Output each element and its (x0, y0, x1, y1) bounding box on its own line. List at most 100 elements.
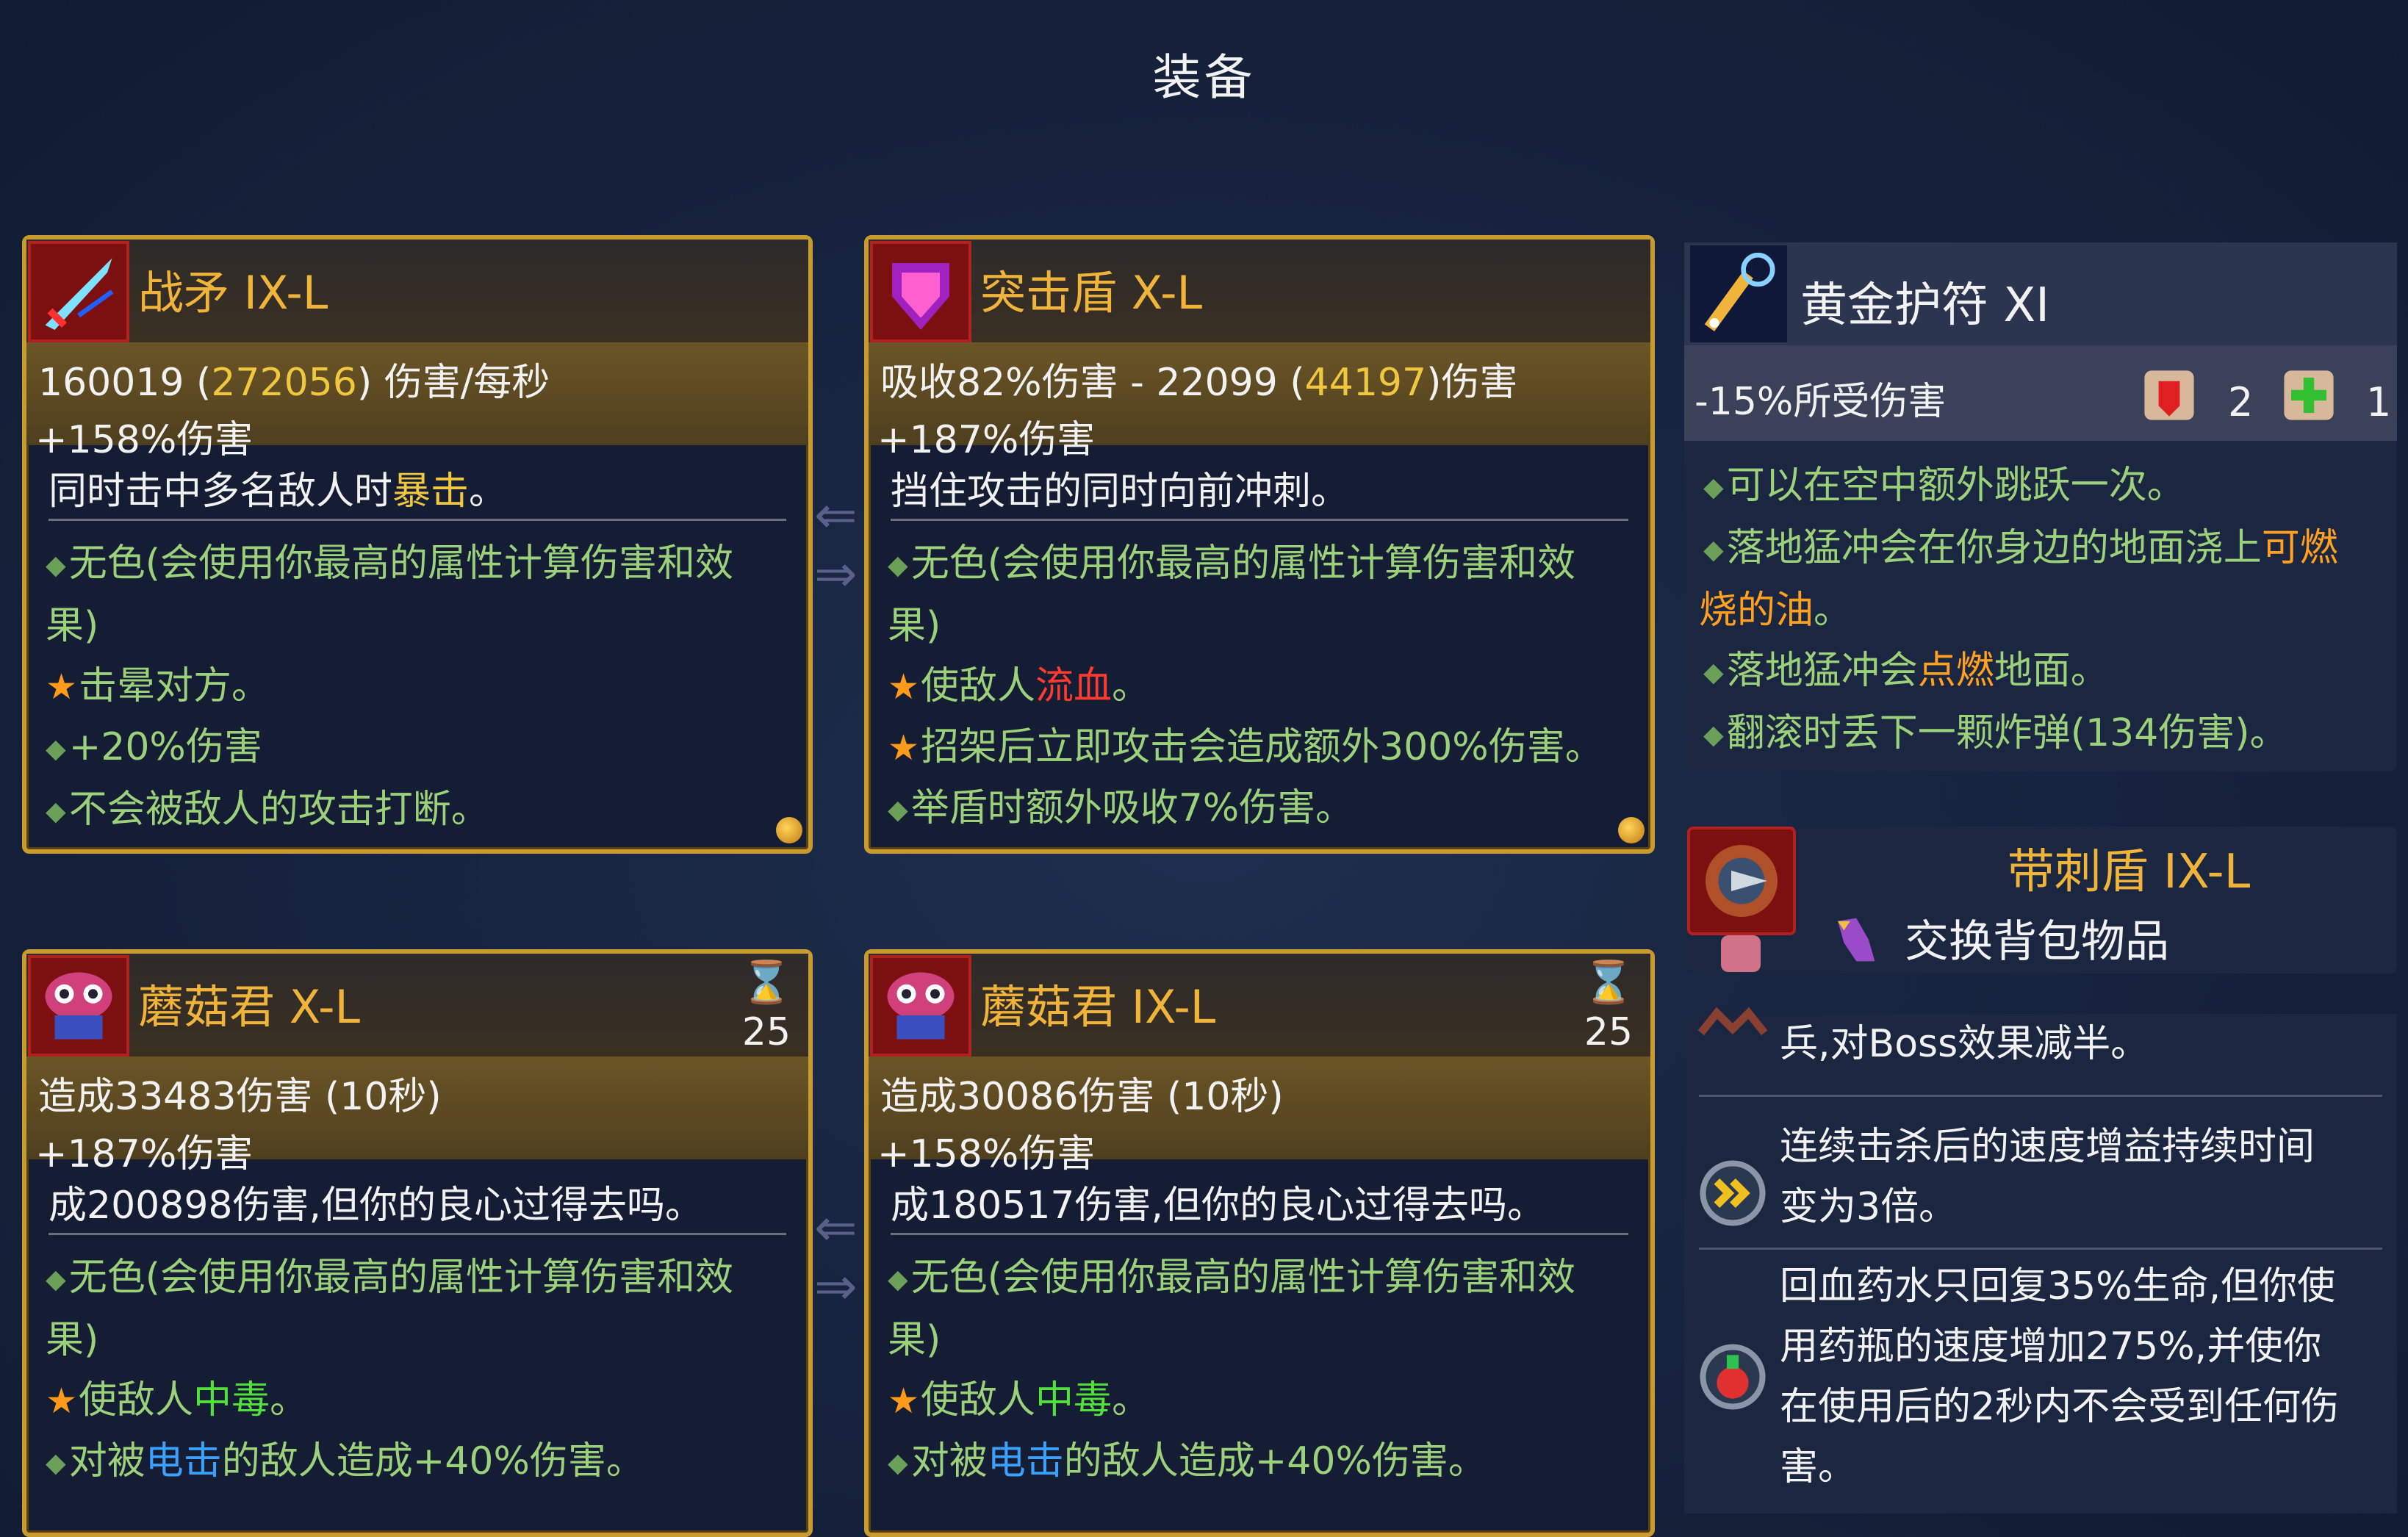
diamond-icon: ◆ (1703, 720, 1724, 750)
survival-scroll-icon (2284, 370, 2334, 420)
swap-arrow-left-icon: ⇐ (814, 1198, 858, 1258)
damage-bonus: +187%伤害 (35, 1132, 254, 1176)
affix-list: ◆无色(会使用你最高的属性计算伤害和效 果) ★使敌人流血。 ★招架后立即攻击会… (888, 533, 1636, 841)
star-icon: ★ (46, 666, 78, 708)
star-icon: ★ (46, 1381, 78, 1422)
item-card-mushroom-xl[interactable]: 蘑菇君 X-L ⌛ 25 造成33483伤害 (10秒) +187%伤害 成20… (22, 949, 813, 1537)
amulet-panel[interactable]: 黄金护符 XI -15%所受伤害 2 1 ◆可以在空中额外跳跃一次。 ◆落地猛冲… (1684, 242, 2397, 771)
mutation-list: 兵,对Boss效果减半。 连续击杀后的速度增益持续时间 变为3倍。 回血药水只回复… (1684, 1007, 2397, 1513)
affix-colorless: ◆无色(会使用你最高的属性计算伤害和效 (46, 541, 733, 586)
corner-gem-icon (1618, 817, 1645, 843)
affix-star-poison: ★使敌人中毒。 (46, 1378, 309, 1422)
damage-bonus: +158%伤害 (35, 418, 254, 462)
affix-ignite: ◆落地猛冲会点燃地面。 (1703, 649, 2109, 693)
backpack-item-panel[interactable]: 带刺盾 IX-L 交换背包物品 (1684, 827, 2397, 973)
diamond-icon: ◆ (888, 550, 908, 580)
swap-backpack-icon (1838, 918, 1875, 962)
survival-scroll-count: 1 (2366, 379, 2392, 425)
diamond-icon: ◆ (888, 1448, 908, 1478)
amulet-stat-band: -15%所受伤害 2 1 (1684, 345, 2397, 441)
affix-shock: ◆对被电击的敌人造成+40%伤害。 (888, 1439, 1487, 1483)
amulet-icon (1690, 245, 1787, 342)
star-icon: ★ (888, 727, 920, 768)
diamond-icon: ◆ (46, 1448, 66, 1478)
amulet-name: 黄金护符 XI (1800, 278, 2050, 333)
affix-list: ◆无色(会使用你最高的属性计算伤害和效 果) ★使敌人中毒。 ◆对被电击的敌人造… (888, 1248, 1636, 1494)
potion-mutation-icon (1700, 1344, 1766, 1410)
item-card-assault-shield[interactable]: 突击盾 X-L 吸收82%伤害 - 22099 (44197)伤害 +187%伤… (864, 235, 1655, 854)
affix-star-poison: ★使敌人中毒。 (888, 1378, 1151, 1422)
divider (1699, 1248, 2382, 1250)
block-stat: 吸收82%伤害 - 22099 (44197)伤害 (880, 361, 1518, 405)
page-title: 装备 (1152, 49, 1256, 106)
damage-stat: 造成33483伤害 (10秒) (38, 1075, 442, 1119)
affix-star: ★击晕对方。 (46, 664, 270, 708)
cooldown-value: 25 (741, 1010, 791, 1054)
backpack-item-name: 带刺盾 IX-L (2007, 845, 2251, 899)
item-card-mushroom-ixl[interactable]: 蘑菇君 IX-L ⌛ 25 造成30086伤害 (10秒) +158%伤害 成1… (864, 949, 1655, 1537)
diamond-icon: ◆ (1703, 535, 1724, 565)
cooldown-value: 25 (1584, 1010, 1634, 1054)
damage-bonus: +187%伤害 (877, 418, 1096, 462)
diamond-icon: ◆ (46, 550, 66, 580)
affix-double-jump: ◆可以在空中额外跳跃一次。 (1703, 464, 2185, 508)
item-name: 蘑菇君 IX-L (980, 980, 1216, 1034)
affix-oil: ◆落地猛冲会在你身边的地面浇上可燃 (1703, 526, 2338, 570)
divider (48, 519, 786, 521)
amulet-stat: -15%所受伤害 (1694, 380, 1947, 424)
damage-bonus: +158%伤害 (877, 1132, 1096, 1176)
affix-star-parry: ★招架后立即攻击会造成额外300%伤害。 (888, 725, 1603, 769)
diamond-icon: ◆ (888, 795, 908, 825)
divider (891, 519, 1628, 521)
swap-arrow-left-icon: ⇐ (814, 485, 858, 545)
item-description: 成200898伤害,但你的良心过得去吗。 (48, 1184, 704, 1228)
affix-bomb: ◆翻滚时丢下一颗炸弹(134伤害)。 (1703, 711, 2288, 755)
hourglass-icon: ⌛ (1583, 959, 1634, 1007)
swap-backpack-button[interactable]: 交换背包物品 (1838, 906, 2169, 970)
amulet-affix-list: ◆可以在空中额外跳跃一次。 ◆落地猛冲会在你身边的地面浇上可燃 烧的油。 ◆落地… (1699, 456, 2387, 766)
item-card-spear[interactable]: 战矛 IX-L 160019 (272056) 伤害/每秒 +158%伤害 同时… (22, 235, 813, 854)
affix-colorless: ◆无色(会使用你最高的属性计算伤害和效 (46, 1256, 733, 1300)
hourglass-icon: ⌛ (741, 959, 792, 1007)
brutality-scroll-count: 2 (2228, 379, 2254, 425)
affix-list: ◆无色(会使用你最高的属性计算伤害和效 果) ★使敌人中毒。 ◆对被电击的敌人造… (46, 1248, 794, 1494)
diamond-icon: ◆ (888, 1264, 908, 1295)
affix-block: ◆举盾时额外吸收7%伤害。 (888, 786, 1354, 830)
affix-damage: ◆+20%伤害 (46, 725, 262, 769)
item-name: 战矛 IX-L (138, 266, 328, 320)
item-name: 突击盾 X-L (980, 266, 1203, 320)
diamond-icon: ◆ (1703, 472, 1724, 503)
cooldown: ⌛ 25 (741, 960, 792, 1058)
diamond-icon: ◆ (1703, 658, 1724, 688)
divider (1699, 1095, 2382, 1097)
spear-icon (28, 241, 129, 342)
damage-stat: 160019 (272056) 伤害/每秒 (38, 361, 550, 405)
mushroom-boi-icon (28, 955, 129, 1057)
mutation-icon (1697, 1007, 1768, 1036)
cooldown: ⌛ 25 (1583, 960, 1634, 1058)
affix-shock: ◆对被电击的敌人造成+40%伤害。 (46, 1439, 644, 1483)
affix-colorless: ◆无色(会使用你最高的属性计算伤害和效 (888, 1256, 1575, 1300)
backpack-face-icon (1721, 935, 1761, 972)
divider (48, 1233, 786, 1235)
diamond-icon: ◆ (46, 1264, 66, 1295)
affix-star-bleed: ★使敌人流血。 (888, 664, 1151, 708)
affix-uninterruptible: ◆不会被敌人的攻击打断。 (46, 788, 489, 832)
star-icon: ★ (888, 1381, 920, 1422)
star-icon: ★ (888, 666, 920, 708)
corner-gem-icon (776, 817, 802, 843)
item-description: 挡住攻击的同时向前冲刺。 (891, 469, 1350, 514)
speed-mutation-icon (1700, 1160, 1766, 1226)
swap-arrow-right-icon: ⇒ (814, 1256, 858, 1317)
mushroom-boi-icon (870, 955, 971, 1057)
assault-shield-icon (870, 241, 971, 342)
brutality-scroll-icon (2144, 370, 2194, 420)
affix-colorless: ◆无色(会使用你最高的属性计算伤害和效 (888, 541, 1575, 586)
item-description: 同时击中多名敌人时暴击。 (48, 469, 508, 514)
damage-stat: 造成30086伤害 (10秒) (880, 1075, 1284, 1119)
item-name: 蘑菇君 X-L (138, 980, 361, 1034)
item-description: 成180517伤害,但你的良心过得去吗。 (891, 1184, 1546, 1228)
swap-arrow-right-icon: ⇒ (814, 544, 858, 604)
diamond-icon: ◆ (46, 796, 66, 827)
divider (891, 1233, 1628, 1235)
